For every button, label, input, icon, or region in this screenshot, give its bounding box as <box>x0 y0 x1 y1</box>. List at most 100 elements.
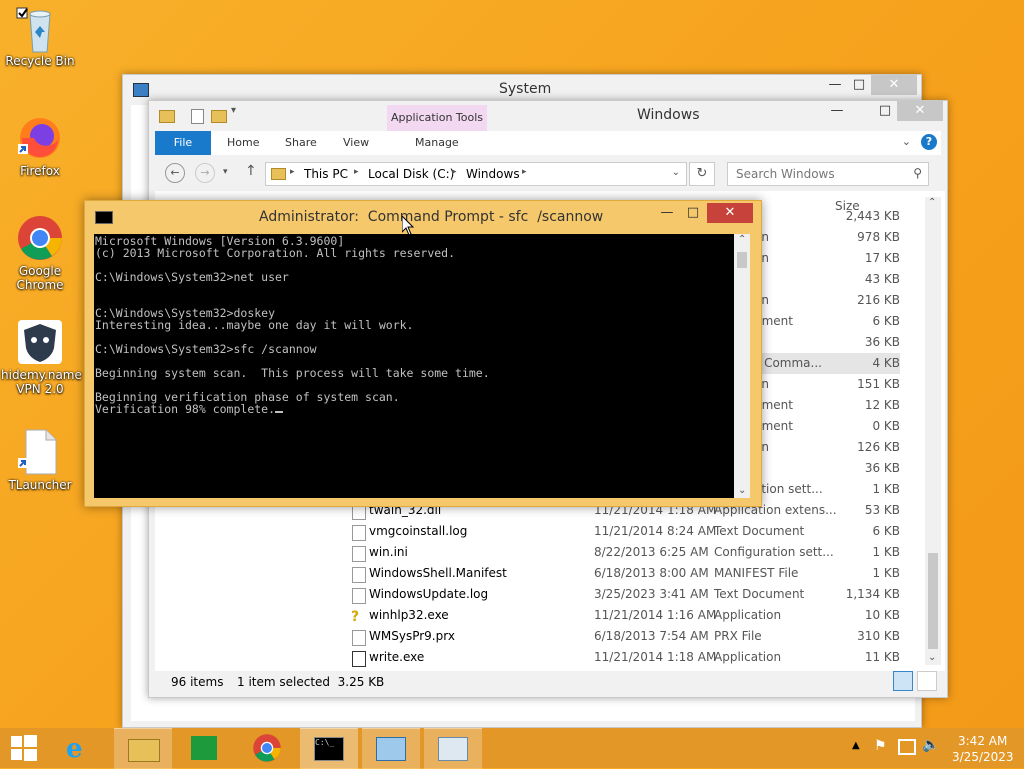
up-button[interactable]: ↑ <box>245 163 257 179</box>
console-line: C:\Windows\System32>net user <box>95 270 289 284</box>
table-row[interactable]: win.ini 8/22/2013 6:25 AM Configuration … <box>340 542 900 563</box>
scroll-up-icon[interactable]: ⌃ <box>738 234 746 245</box>
chrome-icon <box>16 214 64 262</box>
taskbar-store[interactable] <box>176 728 234 768</box>
tray-overflow-icon[interactable]: ▲ <box>852 740 860 751</box>
list-item[interactable]: 36 KB <box>740 458 900 479</box>
tab-home[interactable]: Home <box>227 136 259 149</box>
taskbar-system[interactable] <box>362 728 420 769</box>
console-line: Beginning system scan. This process will… <box>95 366 490 380</box>
taskbar-chrome[interactable] <box>238 728 296 768</box>
recent-dropdown-icon[interactable]: ▾ <box>223 167 228 177</box>
list-item[interactable]: ument 12 KB <box>740 395 900 416</box>
clock-time[interactable]: 3:42 AM <box>958 734 1007 748</box>
table-row[interactable]: WindowsUpdate.log 3/25/2023 3:41 AM Text… <box>340 584 900 605</box>
properties-icon[interactable] <box>191 109 204 124</box>
list-item[interactable]: on151 KB <box>740 374 900 395</box>
qat-dropdown-icon[interactable]: ▾ <box>231 105 236 116</box>
tab-view[interactable]: View <box>343 136 369 149</box>
clock-date[interactable]: 3/25/2023 <box>952 750 1014 764</box>
desktop-icon-tlauncher[interactable]: TLauncher <box>0 428 80 492</box>
scroll-thumb[interactable] <box>737 252 747 268</box>
close-button[interactable]: ✕ <box>897 101 943 121</box>
table-row[interactable]: WindowsShell.Manifest 6/18/2013 8:00 AM … <box>340 563 900 584</box>
table-row[interactable]: vmgcoinstall.log 11/21/2014 8:24 AM Text… <box>340 521 900 542</box>
maximize-icon[interactable]: □ <box>871 101 899 121</box>
list-item[interactable]: on126 KB <box>740 437 900 458</box>
explorer-titlebar[interactable]: ▾ Application Tools Windows — □ ✕ <box>149 101 947 131</box>
system-window-title: System <box>499 81 552 97</box>
desktop-icon-firefox[interactable]: Firefox <box>0 114 80 178</box>
desktop-icon-google-chrome[interactable]: Google Chrome <box>0 214 80 292</box>
taskbar-file-explorer[interactable] <box>114 728 172 769</box>
help-icon[interactable]: ? <box>921 134 937 150</box>
taskbar-internet-explorer[interactable]: e <box>52 728 110 768</box>
ribbon-collapse-icon[interactable]: ⌄ <box>902 135 911 148</box>
desktop-icon-label: TLauncher <box>8 478 72 492</box>
action-center-flag-icon[interactable]: ⚑ <box>874 738 887 754</box>
maximize-icon[interactable]: □ <box>679 203 707 223</box>
new-folder-icon[interactable] <box>211 110 227 123</box>
close-button[interactable]: ✕ <box>707 203 753 223</box>
table-row[interactable]: write.exe 11/21/2014 1:18 AM Application… <box>340 647 900 668</box>
scroll-up-icon[interactable]: ⌃ <box>928 197 936 208</box>
forward-button[interactable]: → <box>195 163 215 183</box>
list-item[interactable]: 36 KB <box>740 332 900 353</box>
breadcrumb-windows[interactable]: Windows <box>466 167 520 181</box>
scroll-thumb[interactable] <box>928 553 938 649</box>
start-button[interactable] <box>0 728 48 768</box>
maximize-icon[interactable]: □ <box>845 75 873 95</box>
minimize-icon[interactable]: — <box>823 101 851 121</box>
desktop-icon-label: Firefox <box>20 164 60 178</box>
folder-icon <box>128 739 160 762</box>
taskbar-command-prompt[interactable]: C:\_ <box>300 728 358 769</box>
taskbar-performance[interactable] <box>424 728 482 769</box>
refresh-button[interactable]: ↻ <box>689 162 715 186</box>
list-item-selected[interactable]: s Comma... 4 KB <box>740 353 900 374</box>
list-item[interactable]: on978 KB <box>740 227 900 248</box>
scroll-down-icon[interactable]: ⌄ <box>928 652 936 663</box>
list-item[interactable]: ument 0 KB <box>740 416 900 437</box>
contextual-tab-group: Application Tools <box>387 105 487 131</box>
folder-icon <box>159 110 175 123</box>
tab-manage[interactable]: Manage <box>415 136 459 149</box>
vertical-scrollbar[interactable]: ⌃ ⌄ <box>925 197 941 665</box>
desktop-icon-hidemy-vpn[interactable]: hidemy.name VPN 2.0 <box>0 318 82 396</box>
address-bar[interactable]: ▸ This PC ▸ Local Disk (C:) ▸ Windows ▸ … <box>265 162 687 186</box>
network-icon[interactable] <box>898 739 916 755</box>
details-view-button[interactable] <box>893 671 913 691</box>
console-line-last: Verification 98% complete. <box>95 403 284 415</box>
close-button[interactable]: ✕ <box>871 75 917 95</box>
address-dropdown-icon[interactable]: ⌄ <box>672 167 680 178</box>
internet-explorer-icon: e <box>66 734 83 764</box>
table-row[interactable]: ? winhlp32.exe 11/21/2014 1:16 AM Applic… <box>340 605 900 626</box>
search-box[interactable]: Search Windows ⚲ <box>727 162 929 186</box>
search-icon: ⚲ <box>913 166 922 180</box>
volume-muted-icon[interactable]: 🔈 <box>922 737 939 753</box>
taskbar: e C:\_ ▲ ⚑ 🔈 3:42 AM 3/25/2023 <box>0 728 1024 769</box>
console-line: Interesting idea...maybe one day it will… <box>95 318 414 332</box>
mouse-pointer-icon <box>402 216 414 236</box>
list-item[interactable]: on216 KB <box>740 290 900 311</box>
search-input[interactable]: Search Windows <box>736 167 835 181</box>
list-item[interactable]: 2,443 KB <box>740 206 900 227</box>
minimize-icon[interactable]: — <box>653 203 681 223</box>
tab-share[interactable]: Share <box>285 136 317 149</box>
list-item[interactable]: ation sett... 1 KB <box>740 479 900 500</box>
cmd-scrollbar[interactable]: ⌃ ⌄ <box>734 234 750 498</box>
command-prompt-window[interactable]: Administrator: Command Prompt - sfc /sca… <box>84 200 762 507</box>
console-output[interactable]: Microsoft Windows [Version 6.3.9600] (c)… <box>94 234 742 498</box>
table-row[interactable]: WMSysPr9.prx 6/18/2013 7:54 AM PRX File … <box>340 626 900 647</box>
scroll-down-icon[interactable]: ⌄ <box>738 485 746 496</box>
large-icons-view-button[interactable] <box>917 671 937 691</box>
cmd-icon: C:\_ <box>314 737 344 761</box>
write-app-icon <box>352 651 366 667</box>
list-item[interactable]: 43 KB <box>740 269 900 290</box>
back-button[interactable]: ← <box>165 163 185 183</box>
list-item[interactable]: on17 KB <box>740 248 900 269</box>
list-item[interactable]: ument 6 KB <box>740 311 900 332</box>
breadcrumb-this-pc[interactable]: This PC <box>304 167 348 181</box>
tab-file[interactable]: File <box>155 131 211 155</box>
desktop-icon-recycle-bin[interactable]: Recycle Bin <box>0 4 80 68</box>
breadcrumb-local-disk[interactable]: Local Disk (C:) <box>368 167 454 181</box>
